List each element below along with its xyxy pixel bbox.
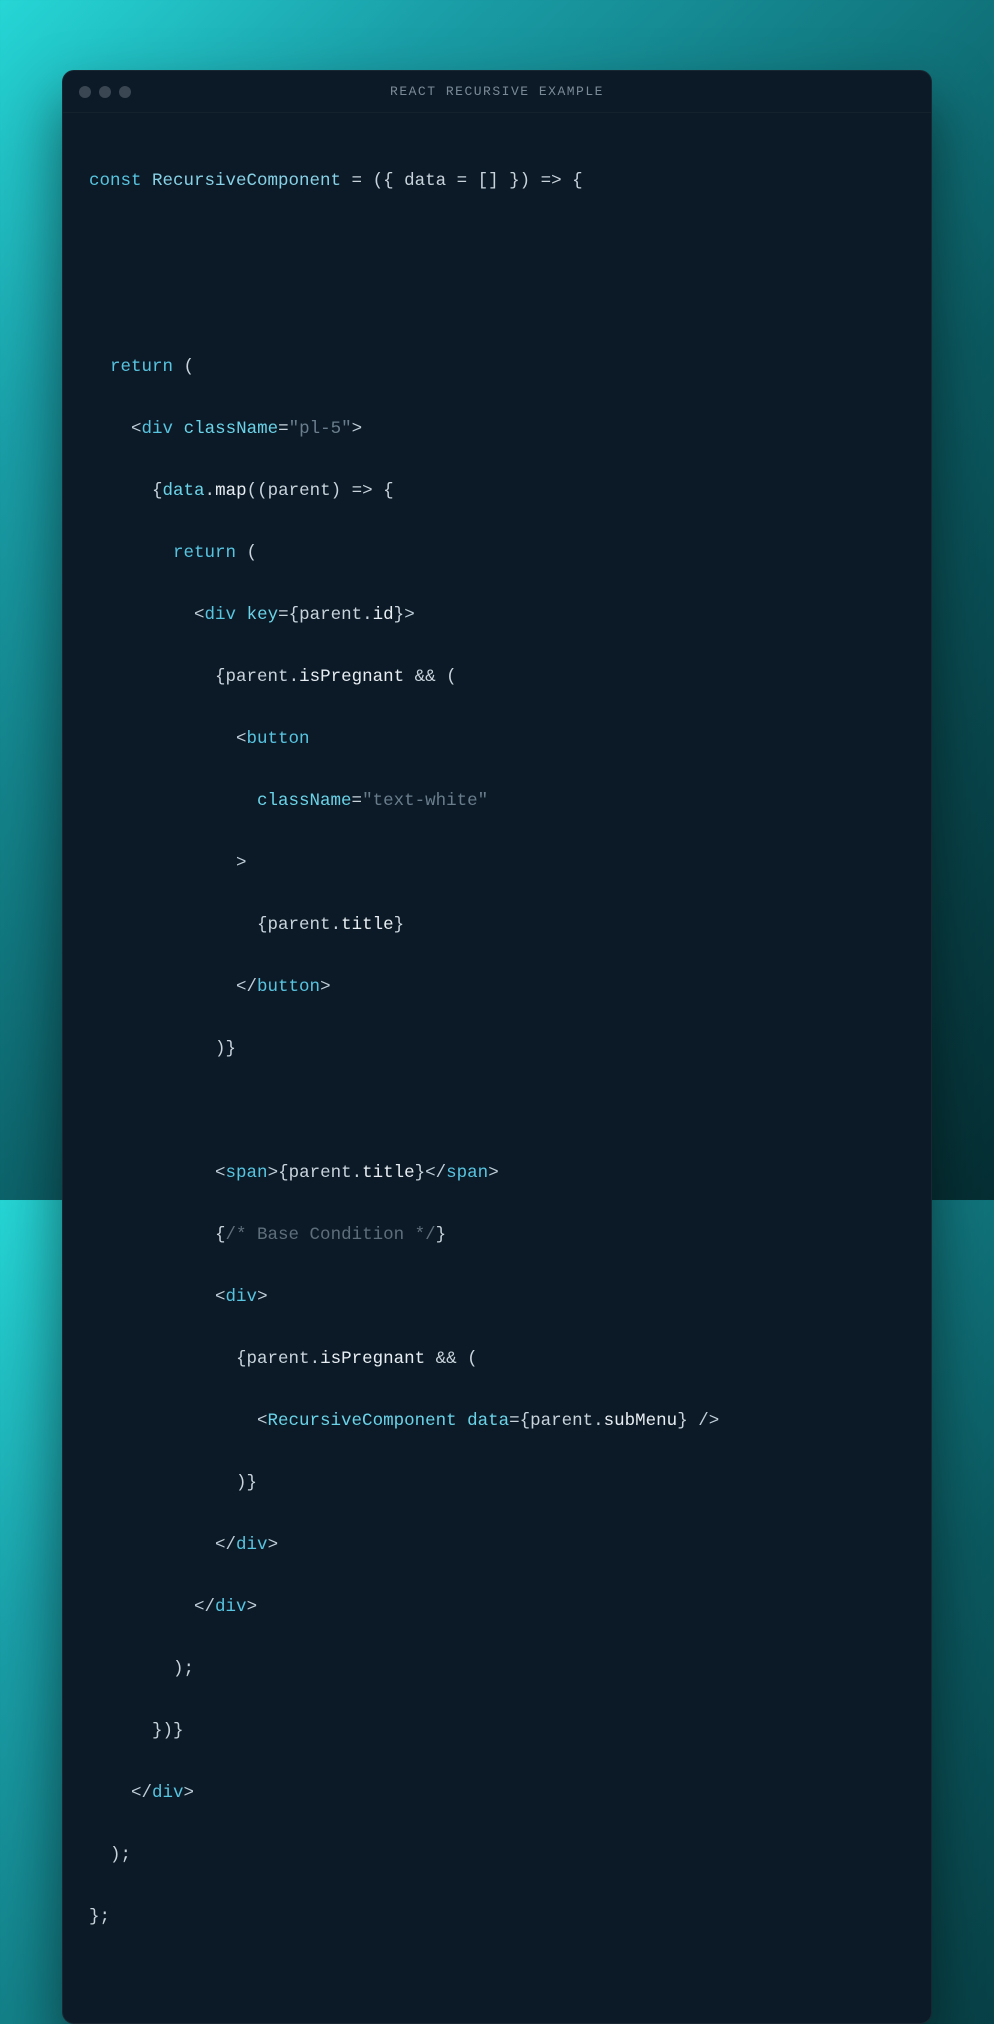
code-line: <div key={parent.id}> bbox=[89, 600, 905, 631]
code-line: })} bbox=[89, 1716, 905, 1747]
code-line: const RecursiveComponent = ({ data = [] … bbox=[89, 166, 905, 197]
code-line: )} bbox=[89, 1468, 905, 1499]
code-line: ); bbox=[89, 1654, 905, 1685]
code-line bbox=[89, 1096, 905, 1127]
code-line: )} bbox=[89, 1034, 905, 1065]
code-line: <RecursiveComponent data={parent.subMenu… bbox=[89, 1406, 905, 1437]
code-line: > bbox=[89, 848, 905, 879]
code-line: <button bbox=[89, 724, 905, 755]
code-line: {/* Base Condition */} bbox=[89, 1220, 905, 1251]
code-line: </button> bbox=[89, 972, 905, 1003]
code-line: return ( bbox=[89, 538, 905, 569]
window-title: REACT RECURSIVE EXAMPLE bbox=[63, 84, 931, 99]
code-line: <div> bbox=[89, 1282, 905, 1313]
code-line: {parent.title} bbox=[89, 910, 905, 941]
code-line: return ( bbox=[89, 352, 905, 383]
code-line: ); bbox=[89, 1840, 905, 1871]
code-line: className="text-white" bbox=[89, 786, 905, 817]
editor-window: REACT RECURSIVE EXAMPLE const RecursiveC… bbox=[62, 70, 932, 2024]
code-area[interactable]: const RecursiveComponent = ({ data = [] … bbox=[63, 113, 931, 2023]
code-line: </div> bbox=[89, 1778, 905, 1809]
code-line: <span>{parent.title}</span> bbox=[89, 1158, 905, 1189]
code-line: </div> bbox=[89, 1592, 905, 1623]
code-line bbox=[89, 228, 905, 259]
code-line: {parent.isPregnant && ( bbox=[89, 662, 905, 693]
code-line: <div className="pl-5"> bbox=[89, 414, 905, 445]
code-line bbox=[89, 290, 905, 321]
code-line: {parent.isPregnant && ( bbox=[89, 1344, 905, 1375]
code-line: {data.map((parent) => { bbox=[89, 476, 905, 507]
code-line: }; bbox=[89, 1902, 905, 1933]
code-line: </div> bbox=[89, 1530, 905, 1561]
window-titlebar: REACT RECURSIVE EXAMPLE bbox=[63, 71, 931, 113]
